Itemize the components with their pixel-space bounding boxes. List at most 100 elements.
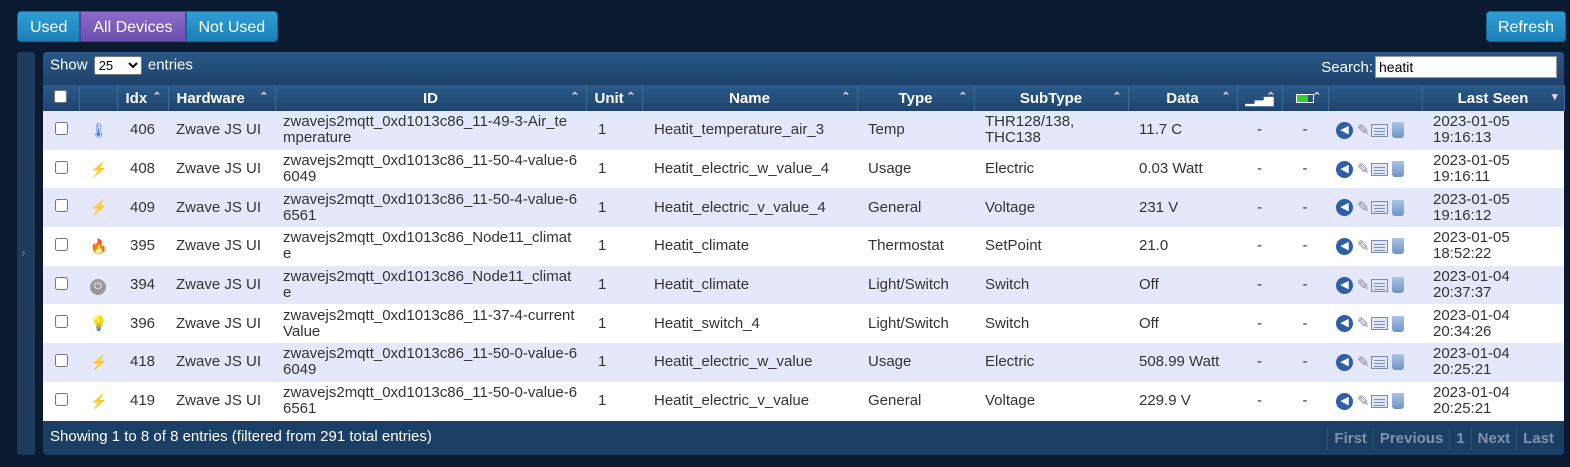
page-1-button[interactable]: 1 (1449, 428, 1470, 449)
signal-cell: - (1237, 265, 1282, 305)
back-arrow-icon[interactable]: ◀ (1336, 121, 1353, 139)
idx-cell: 395 (117, 227, 168, 266)
sidebar-toggle[interactable]: › (17, 52, 35, 455)
all-devices-button[interactable]: All Devices (80, 11, 186, 42)
row-checkbox[interactable] (54, 276, 68, 290)
row-checkbox[interactable] (54, 121, 68, 135)
pencil-icon[interactable]: ✎ (1357, 393, 1370, 410)
name-cell: Heatit_electric_v_value_4 (642, 188, 857, 228)
signal-cell: - (1237, 381, 1282, 421)
pencil-icon[interactable]: ✎ (1357, 354, 1370, 371)
pencil-icon[interactable]: ✎ (1357, 161, 1370, 178)
data-cell: Off (1128, 304, 1237, 344)
lightning-icon: ⚡ (90, 392, 108, 409)
log-icon[interactable] (1371, 278, 1388, 292)
id-cell: zwavejs2mqtt_0xd1013c86_Node11_climate (275, 265, 586, 305)
subtype-cell: Switch (974, 304, 1128, 344)
subtype-cell: Electric (974, 149, 1128, 189)
last-seen-cell: 2023-01-04 20:34:26 (1422, 304, 1564, 344)
back-arrow-icon[interactable]: ◀ (1336, 392, 1353, 410)
last-seen-cell: 2023-01-05 19:16:11 (1422, 149, 1564, 189)
row-checkbox[interactable] (54, 392, 68, 406)
back-arrow-icon[interactable]: ◀ (1336, 199, 1353, 217)
trash-icon[interactable] (1392, 277, 1404, 294)
id-header[interactable]: ID ⌃ (275, 85, 587, 111)
idx-cell: 408 (117, 149, 168, 189)
idx-cell: 394 (117, 265, 168, 305)
page-size-select[interactable]: 25 (93, 56, 142, 75)
search-input[interactable] (1375, 56, 1557, 78)
row-checkbox[interactable] (54, 160, 68, 174)
last-page-button[interactable]: Last (1516, 428, 1560, 449)
hardware-cell: Zwave JS UI (168, 188, 275, 228)
log-icon[interactable] (1371, 317, 1388, 331)
row-checkbox[interactable] (54, 237, 68, 251)
id-cell: zwavejs2mqtt_0xd1013c86_11-50-0-value-66… (275, 381, 586, 421)
trash-icon[interactable] (1392, 122, 1404, 139)
log-icon[interactable] (1371, 162, 1388, 176)
hardware-cell: Zwave JS UI (168, 381, 275, 421)
subtype-header[interactable]: SubType ⌃ (974, 85, 1129, 111)
unit-cell: 1 (586, 149, 642, 189)
previous-page-button[interactable]: Previous (1372, 428, 1449, 449)
battery-header[interactable]: ⌃ (1282, 85, 1329, 111)
pencil-icon[interactable]: ✎ (1357, 122, 1370, 139)
trash-icon[interactable] (1392, 354, 1404, 371)
used-button[interactable]: Used (17, 11, 81, 42)
row-checkbox[interactable] (54, 315, 68, 329)
back-arrow-icon[interactable]: ◀ (1336, 353, 1353, 371)
back-arrow-icon[interactable]: ◀ (1336, 160, 1353, 178)
data-cell: 231 V (1128, 188, 1237, 228)
unit-cell: 1 (586, 111, 642, 150)
unit-cell: 1 (586, 343, 642, 382)
thermometer-icon: 🌡 (90, 121, 108, 138)
log-icon[interactable] (1371, 355, 1388, 369)
battery-cell: - (1282, 188, 1328, 228)
sort-icon: ⌃ (958, 91, 968, 103)
trash-icon[interactable] (1392, 161, 1404, 178)
lightning-icon: ⚡ (90, 353, 108, 370)
trash-icon[interactable] (1392, 315, 1404, 332)
trash-icon[interactable] (1392, 238, 1404, 255)
signal-cell: - (1237, 343, 1282, 382)
pencil-icon[interactable]: ✎ (1357, 238, 1370, 255)
log-icon[interactable] (1371, 201, 1388, 215)
idx-header[interactable]: Idx ⌃ (117, 85, 169, 111)
pencil-icon[interactable]: ✎ (1357, 315, 1370, 332)
actions-cell: ◀ ✎ (1328, 227, 1422, 266)
not-used-button[interactable]: Not Used (185, 11, 279, 42)
signal-cell: - (1237, 304, 1282, 344)
pencil-icon[interactable]: ✎ (1357, 199, 1370, 216)
refresh-button[interactable]: Refresh (1485, 11, 1566, 42)
last-seen-cell: 2023-01-05 19:16:12 (1422, 188, 1564, 228)
row-select (43, 304, 79, 344)
log-icon[interactable] (1371, 123, 1388, 137)
last-seen-cell: 2023-01-05 19:16:13 (1422, 111, 1564, 150)
select-all-checkbox[interactable] (54, 89, 68, 103)
pencil-icon[interactable]: ✎ (1357, 277, 1370, 294)
signal-header[interactable]: ▁▃▅ ⌃ (1237, 85, 1283, 111)
row-checkbox[interactable] (54, 199, 68, 213)
data-header[interactable]: Data ⌃ (1128, 85, 1238, 111)
row-checkbox[interactable] (54, 353, 68, 367)
type-header[interactable]: Type ⌃ (857, 85, 975, 111)
log-icon[interactable] (1371, 394, 1388, 408)
back-arrow-icon[interactable]: ◀ (1336, 315, 1353, 333)
type-cell: Usage (857, 149, 974, 189)
hardware-header[interactable]: Hardware ⌃ (168, 85, 276, 111)
log-icon[interactable] (1371, 239, 1388, 253)
first-page-button[interactable]: First (1327, 428, 1373, 449)
row-select (43, 265, 79, 305)
back-arrow-icon[interactable]: ◀ (1336, 276, 1353, 294)
subtype-cell: Switch (974, 265, 1128, 305)
last-seen-header[interactable]: Last Seen ▾ (1422, 85, 1565, 111)
name-header[interactable]: Name ⌃ (642, 85, 858, 111)
type-cell: General (857, 381, 974, 421)
trash-icon[interactable] (1392, 199, 1404, 216)
trash-icon[interactable] (1392, 393, 1404, 410)
back-arrow-icon[interactable]: ◀ (1336, 237, 1353, 255)
hardware-cell: Zwave JS UI (168, 111, 275, 150)
sort-icon: ⌃ (152, 91, 162, 103)
unit-header[interactable]: Unit ⌃ (586, 85, 643, 111)
next-page-button[interactable]: Next (1470, 428, 1517, 449)
